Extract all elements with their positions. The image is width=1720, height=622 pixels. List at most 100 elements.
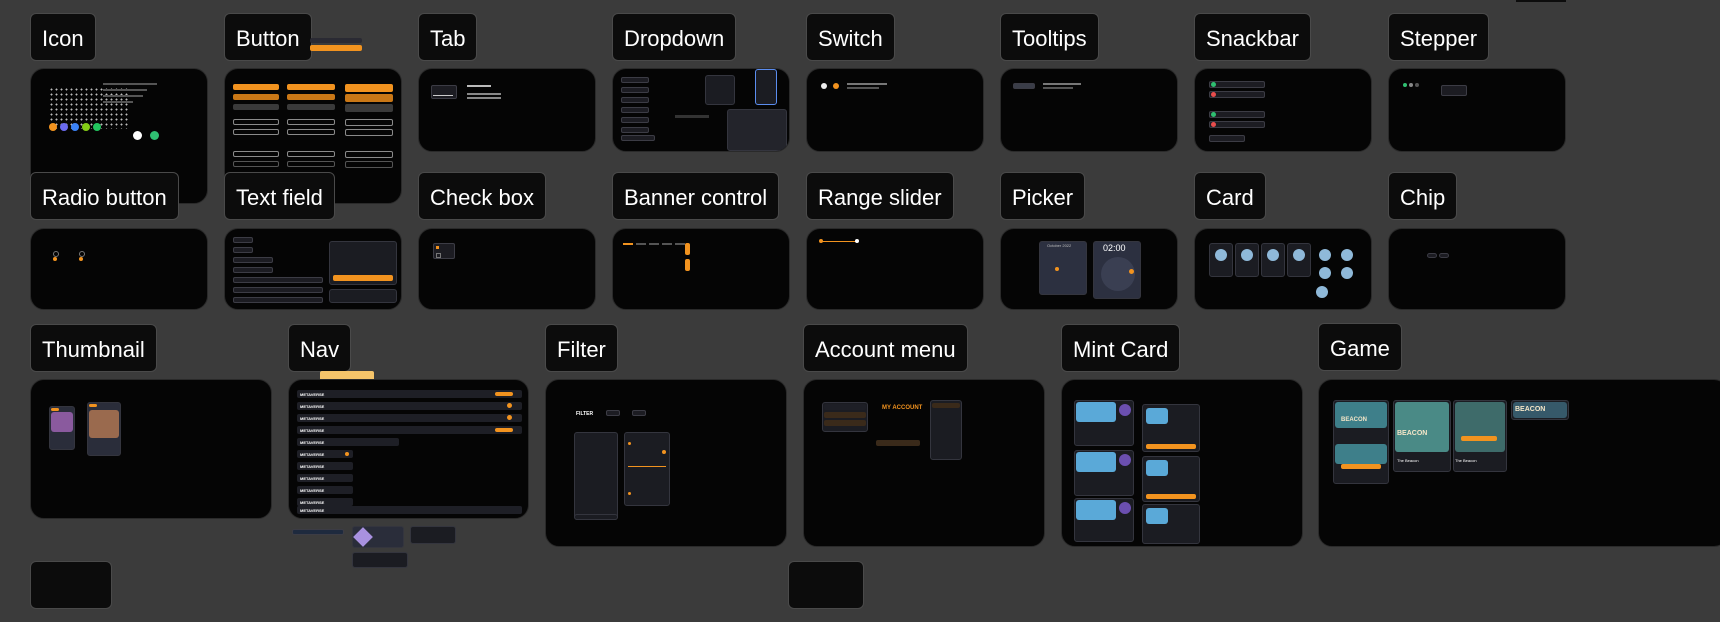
nav-cta-button[interactable] <box>495 428 513 432</box>
dropdown-field[interactable] <box>621 77 649 83</box>
filter-toggle[interactable] <box>632 410 646 416</box>
primary-button[interactable] <box>287 94 335 100</box>
nav-avatar[interactable] <box>507 415 512 420</box>
nav-bar[interactable] <box>297 414 522 422</box>
switch-knob[interactable] <box>833 83 839 89</box>
thumbnail-preview-card[interactable] <box>30 379 272 519</box>
outline-button[interactable] <box>287 119 335 125</box>
primary-button[interactable] <box>345 94 393 102</box>
text-input[interactable] <box>233 257 273 263</box>
slider-handle[interactable] <box>819 239 823 243</box>
slider-handle[interactable] <box>855 239 859 243</box>
snackbar-error[interactable] <box>1209 121 1265 128</box>
outline-button[interactable] <box>345 161 393 168</box>
filter-range-track[interactable] <box>628 466 666 467</box>
game-play-button[interactable] <box>1461 436 1497 441</box>
primary-button[interactable] <box>345 84 393 92</box>
text-input[interactable] <box>233 287 323 293</box>
nav-bar[interactable] <box>297 426 522 434</box>
stepper-preview-card[interactable] <box>1388 68 1566 152</box>
snackbar-error[interactable] <box>1209 91 1265 98</box>
checkbox-unchecked[interactable] <box>436 253 441 258</box>
dropdown-field[interactable] <box>621 127 649 133</box>
nav-cta-button[interactable] <box>495 392 513 396</box>
game-play-button[interactable] <box>1341 464 1381 469</box>
nav-bar[interactable] <box>297 390 522 398</box>
checkbox-preview-card[interactable] <box>418 228 596 310</box>
picker-preview-card[interactable]: October 2022 02:00 <box>1000 228 1178 310</box>
nav-avatar[interactable] <box>507 403 512 408</box>
dropdown-menu[interactable] <box>705 75 735 105</box>
outline-button[interactable] <box>345 119 393 126</box>
disabled-button[interactable] <box>233 104 279 110</box>
account-menu-item[interactable] <box>824 420 866 426</box>
nav-submenu[interactable] <box>410 526 456 544</box>
outline-button[interactable] <box>345 151 393 158</box>
outline-button[interactable] <box>233 161 279 167</box>
snackbar-success[interactable] <box>1209 81 1265 88</box>
account-menu-preview-card[interactable]: MY ACCOUNT <box>803 379 1045 547</box>
primary-button[interactable] <box>233 84 279 90</box>
mint-card-preview-card[interactable] <box>1061 379 1303 547</box>
selected-date[interactable] <box>1055 267 1059 271</box>
dropdown-popover[interactable] <box>727 109 787 151</box>
chip-preview-card[interactable] <box>1388 228 1566 310</box>
disabled-button[interactable] <box>345 104 393 112</box>
outline-button[interactable] <box>287 161 335 167</box>
clock-hand[interactable] <box>1129 269 1134 274</box>
tab-preview-card[interactable] <box>418 68 596 152</box>
date-picker[interactable] <box>1039 241 1087 295</box>
banner-arrow-button[interactable] <box>685 243 690 255</box>
nav-submenu[interactable] <box>352 552 408 568</box>
banner-indicator[interactable] <box>675 243 685 245</box>
mint-button[interactable] <box>1146 494 1196 499</box>
outline-button[interactable] <box>287 129 335 135</box>
stepper-widget[interactable] <box>1441 85 1467 96</box>
text-input[interactable] <box>233 237 253 243</box>
dropdown-field[interactable] <box>621 135 655 141</box>
banner-indicator-active[interactable] <box>623 243 633 245</box>
banner-indicator[interactable] <box>636 243 646 245</box>
switch-preview-card[interactable] <box>806 68 984 152</box>
clock-face[interactable] <box>1101 257 1135 291</box>
text-input[interactable] <box>233 247 253 253</box>
dropdown-menu-open[interactable] <box>755 69 777 105</box>
primary-button[interactable] <box>233 94 279 100</box>
dropdown-preview-card[interactable] <box>612 68 790 152</box>
banner-arrow-button[interactable] <box>685 259 690 271</box>
submit-button[interactable] <box>333 275 393 281</box>
switch-knob[interactable] <box>821 83 827 89</box>
chip[interactable] <box>1439 253 1449 258</box>
filter-preview-card[interactable]: FILTER <box>545 379 787 547</box>
nav-bar[interactable] <box>297 506 522 514</box>
filter-toggle[interactable] <box>606 410 620 416</box>
tooltips-preview-card[interactable] <box>1000 68 1178 152</box>
banner-indicator[interactable] <box>649 243 659 245</box>
filter-radio[interactable] <box>662 450 666 454</box>
account-menu-item[interactable] <box>824 412 866 418</box>
comment-box[interactable] <box>329 289 397 303</box>
account-menu-item[interactable] <box>876 440 920 446</box>
disabled-button[interactable] <box>287 104 335 110</box>
dropdown-field[interactable] <box>621 107 649 113</box>
filter-select[interactable] <box>574 514 618 520</box>
snackbar-preview-card[interactable] <box>1194 68 1372 152</box>
range-slider-preview-card[interactable] <box>806 228 984 310</box>
dropdown-field[interactable] <box>621 97 649 103</box>
account-menu-item[interactable] <box>824 404 866 410</box>
tab-item[interactable] <box>431 85 457 99</box>
nav-bar[interactable] <box>297 402 522 410</box>
account-menu-item[interactable] <box>932 403 960 408</box>
outline-button[interactable] <box>345 129 393 136</box>
radio-option-selected[interactable] <box>53 257 57 261</box>
snackbar-success[interactable] <box>1209 111 1265 118</box>
game-preview-card[interactable]: BEACON BEACON The Beacon The Beacon BEAC… <box>1318 379 1720 547</box>
banner-indicator[interactable] <box>662 243 672 245</box>
dropdown-field[interactable] <box>621 87 649 93</box>
nav-preview-card[interactable]: METAVERSE METAVERSE METAVERSE METAVERSE … <box>288 379 529 519</box>
chip[interactable] <box>1427 253 1437 258</box>
checkbox-checked[interactable] <box>436 246 439 249</box>
floating-button-sample[interactable] <box>310 45 362 51</box>
banner-control-preview-card[interactable] <box>612 228 790 310</box>
outline-button[interactable] <box>287 151 335 157</box>
